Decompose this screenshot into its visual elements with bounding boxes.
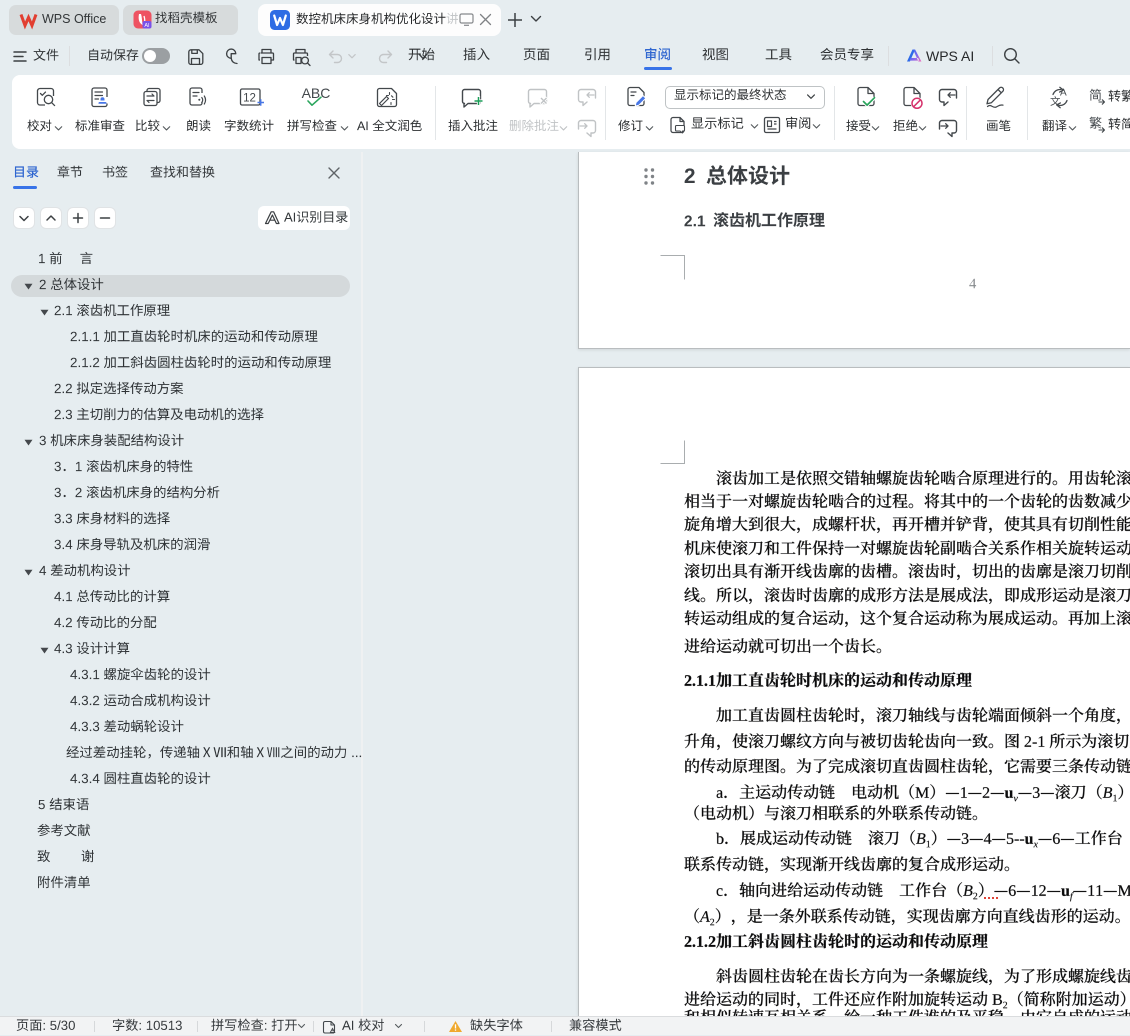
svg-text:AI: AI [144, 23, 150, 29]
svg-text:ABC: ABC [302, 85, 331, 101]
svg-text:12: 12 [243, 93, 256, 105]
